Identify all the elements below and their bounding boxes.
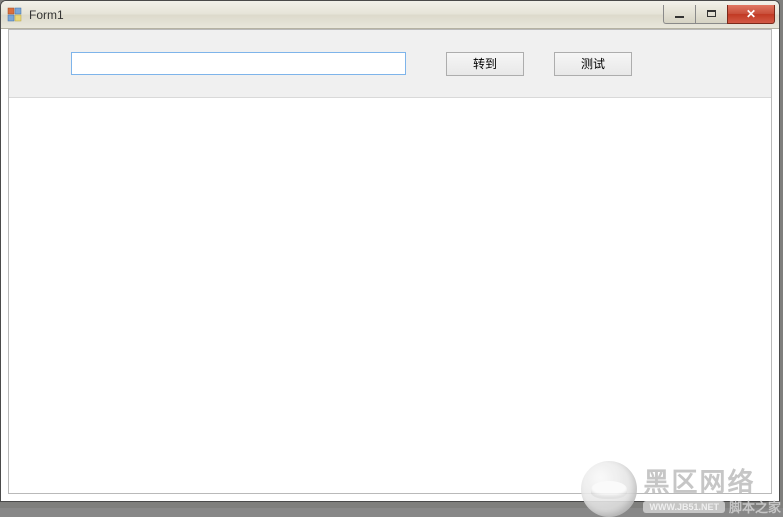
close-icon: ✕ [746,8,756,20]
application-window: Form1 ✕ 转到 测试 [0,0,780,502]
app-icon [7,7,23,23]
test-button[interactable]: 测试 [554,52,632,76]
client-area: 转到 测试 [8,29,772,494]
maximize-icon [707,10,716,17]
minimize-button[interactable] [663,5,695,24]
window-title: Form1 [29,8,663,22]
maximize-button[interactable] [695,5,727,24]
url-input[interactable] [71,52,406,75]
go-button[interactable]: 转到 [446,52,524,76]
window-controls: ✕ [663,6,775,24]
titlebar[interactable]: Form1 ✕ [1,1,779,29]
close-button[interactable]: ✕ [727,5,775,24]
content-area [9,98,771,493]
minimize-icon [675,16,684,18]
toolbar-panel: 转到 测试 [9,30,771,98]
watermark-url-badge: WWW.JB51.NET [643,501,725,513]
